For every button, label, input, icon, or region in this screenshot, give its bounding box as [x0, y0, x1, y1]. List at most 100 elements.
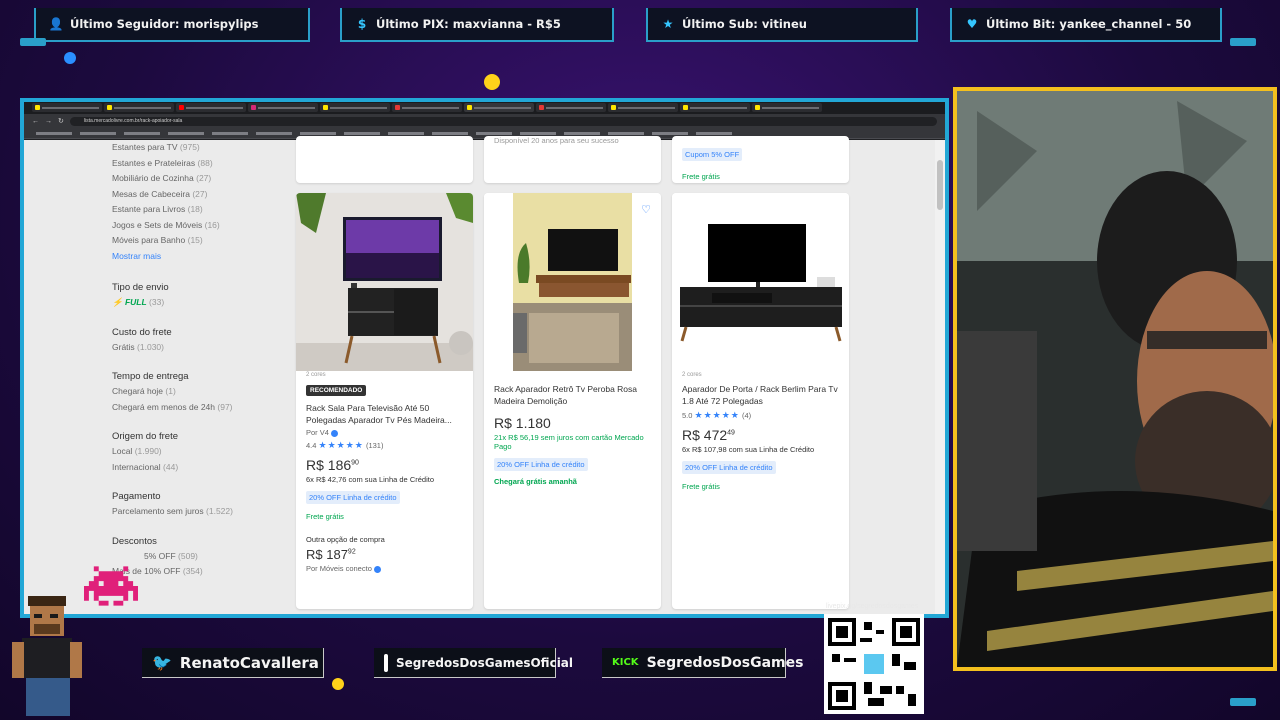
- qr-code[interactable]: [824, 614, 924, 714]
- credit-discount-chip: 20% OFF Linha de crédito: [494, 458, 588, 471]
- filter-discount-10[interactable]: Mais de 10% OFF (354): [112, 564, 292, 580]
- qr-url: livepix.gg/segredosdosgames: [826, 603, 919, 610]
- recommended-badge: RECOMENDADO: [306, 385, 367, 396]
- browser-tab[interactable]: [392, 103, 462, 112]
- product-title[interactable]: Rack Aparador Retrô Tv Peroba Rosa Madei…: [494, 383, 653, 407]
- product-image[interactable]: [672, 193, 849, 371]
- bookmark[interactable]: [80, 131, 116, 135]
- pixel-character: [8, 592, 88, 720]
- instagram-text: SegredosDosGamesOficial: [396, 655, 574, 670]
- bookmark[interactable]: [696, 131, 732, 135]
- bookmark[interactable]: [608, 131, 644, 135]
- bookmark[interactable]: [124, 131, 160, 135]
- browser-tab[interactable]: [320, 103, 390, 112]
- filter-full[interactable]: ⚡ FULL (33): [112, 295, 292, 311]
- product-title[interactable]: Rack Sala Para Televisão Até 50 Polegada…: [306, 402, 465, 426]
- filter-category[interactable]: Mobiliário de Cozinha (27): [112, 171, 292, 187]
- product-image[interactable]: [296, 193, 473, 371]
- reload-icon[interactable]: ↻: [58, 117, 64, 125]
- url-input[interactable]: lista.mercadolivre.com.br/rack-apoiador-…: [69, 116, 937, 126]
- free-shipping-text: Frete grátis: [682, 172, 720, 181]
- filter-category[interactable]: Jogos e Sets de Móveis (16): [112, 218, 292, 234]
- instagram-handle[interactable]: SegredosDosGamesOficial: [374, 648, 573, 678]
- browser-tab-active[interactable]: [464, 103, 534, 112]
- last-follower-alert: 👤 Último Seguidor: morispylips: [34, 8, 310, 42]
- product-price: R$ 1.180: [494, 415, 551, 431]
- filter-heading-delivery: Tempo de entrega: [112, 371, 189, 382]
- product-card-partial[interactable]: [296, 136, 473, 183]
- bookmark[interactable]: [168, 131, 204, 135]
- browser-tab[interactable]: [176, 103, 246, 112]
- product-card[interactable]: 2 cores RECOMENDADO Rack Sala Para Telev…: [296, 193, 473, 609]
- other-option-label[interactable]: Outra opção de compra: [306, 535, 465, 544]
- filter-heading-payment: Pagamento: [112, 491, 161, 502]
- filter-discount-5[interactable]: 5% OFF (509): [112, 549, 292, 565]
- stars-icon: ★★★★★: [694, 410, 740, 420]
- bookmark[interactable]: [476, 131, 512, 135]
- bookmark[interactable]: [300, 131, 336, 135]
- browser-tab[interactable]: [104, 103, 174, 112]
- star-icon: ★: [662, 17, 674, 31]
- bookmark[interactable]: [432, 131, 468, 135]
- bookmark[interactable]: [344, 131, 380, 135]
- filter-origin-intl[interactable]: Internacional (44): [112, 460, 292, 476]
- filter-category[interactable]: Mesas de Cabeceira (27): [112, 187, 292, 203]
- product-card[interactable]: ♡ Rack Aparador Retrô Tv Peroba Rosa Mad…: [484, 193, 661, 609]
- bookmark[interactable]: [212, 131, 248, 135]
- filter-heading-shipping-type: Tipo de envio: [112, 282, 169, 293]
- bookmark[interactable]: [520, 131, 556, 135]
- filter-delivery-24h[interactable]: Chegará em menos de 24h (97): [112, 400, 292, 416]
- browser-tab[interactable]: [752, 103, 822, 112]
- last-pix-alert: $ Último PIX: maxvianna - R$5: [340, 8, 614, 42]
- show-more-link[interactable]: Mostrar mais: [112, 249, 292, 265]
- forward-icon[interactable]: →: [45, 118, 52, 125]
- user-icon: 👤: [48, 17, 64, 31]
- credit-discount-chip: 20% OFF Linha de crédito: [682, 461, 776, 474]
- diamond-icon: ♥: [966, 17, 978, 31]
- product-image[interactable]: ♡: [484, 193, 661, 371]
- browser-tab[interactable]: [536, 103, 606, 112]
- last-follower-text: Último Seguidor: morispylips: [70, 17, 259, 31]
- partial-card-text: Disponível 20 anos para seu sucesso: [494, 136, 619, 145]
- browser-tab[interactable]: [248, 103, 318, 112]
- favorite-heart-icon[interactable]: ♡: [641, 203, 651, 216]
- filter-free-shipping[interactable]: Grátis (1.030): [112, 340, 292, 356]
- decor-dot: [64, 52, 76, 64]
- last-bit-alert: ♥ Último Bit: yankee_channel - 50: [950, 8, 1222, 42]
- product-rating: 4.4 ★★★★★ (131): [306, 440, 384, 450]
- invader-icon: [84, 566, 138, 606]
- filter-heading-discounts: Descontos: [112, 535, 157, 547]
- filter-origin-local[interactable]: Local (1.990): [112, 444, 292, 460]
- last-pix-text: Último PIX: maxvianna - R$5: [376, 17, 561, 31]
- kick-icon: KICK: [612, 657, 639, 668]
- browser-tab[interactable]: [680, 103, 750, 112]
- twitter-handle[interactable]: 🐦 RenatoCavallera: [142, 648, 324, 678]
- stars-icon: ★★★★★: [318, 440, 364, 450]
- scrollbar-thumb[interactable]: [937, 160, 943, 210]
- product-card[interactable]: 2 cores Aparador De Porta / Rack Berlim …: [672, 193, 849, 609]
- kick-handle[interactable]: KICK SegredosDosGames: [602, 648, 803, 678]
- browser-tab[interactable]: [608, 103, 678, 112]
- bookmark[interactable]: [564, 131, 600, 135]
- product-card-partial[interactable]: Cupom 5% OFF Frete grátis: [672, 136, 849, 183]
- filter-category[interactable]: Estantes para TV (975): [112, 140, 292, 156]
- product-installments: 6x R$ 42,76 com sua Linha de Crédito: [306, 475, 434, 484]
- delivery-text: Chegará grátis amanhã: [494, 477, 577, 486]
- product-title[interactable]: Aparador De Porta / Rack Berlim Para Tv …: [682, 383, 841, 407]
- bookmark[interactable]: [256, 131, 292, 135]
- filter-category[interactable]: Estantes e Prateleiras (88): [112, 156, 292, 172]
- back-icon[interactable]: ←: [32, 118, 39, 125]
- page-content: Estantes para TV (975) Estantes e Pratel…: [24, 136, 945, 614]
- address-bar: ← → ↻ lista.mercadolivre.com.br/rack-apo…: [24, 114, 945, 128]
- bookmark[interactable]: [36, 131, 72, 135]
- filter-category[interactable]: Estante para Livros (18): [112, 202, 292, 218]
- filter-installments[interactable]: Parcelamento sem juros (1.522): [112, 504, 292, 520]
- filter-delivery-today[interactable]: Chegará hoje (1): [112, 384, 292, 400]
- page-scrollbar[interactable]: [935, 140, 945, 614]
- filter-category[interactable]: Móveis para Banho (15): [112, 233, 292, 249]
- bookmark[interactable]: [652, 131, 688, 135]
- color-options: 2 cores: [306, 372, 326, 378]
- product-card-partial[interactable]: Disponível 20 anos para seu sucesso: [484, 136, 661, 183]
- bookmark[interactable]: [388, 131, 424, 135]
- browser-tab[interactable]: [32, 103, 102, 112]
